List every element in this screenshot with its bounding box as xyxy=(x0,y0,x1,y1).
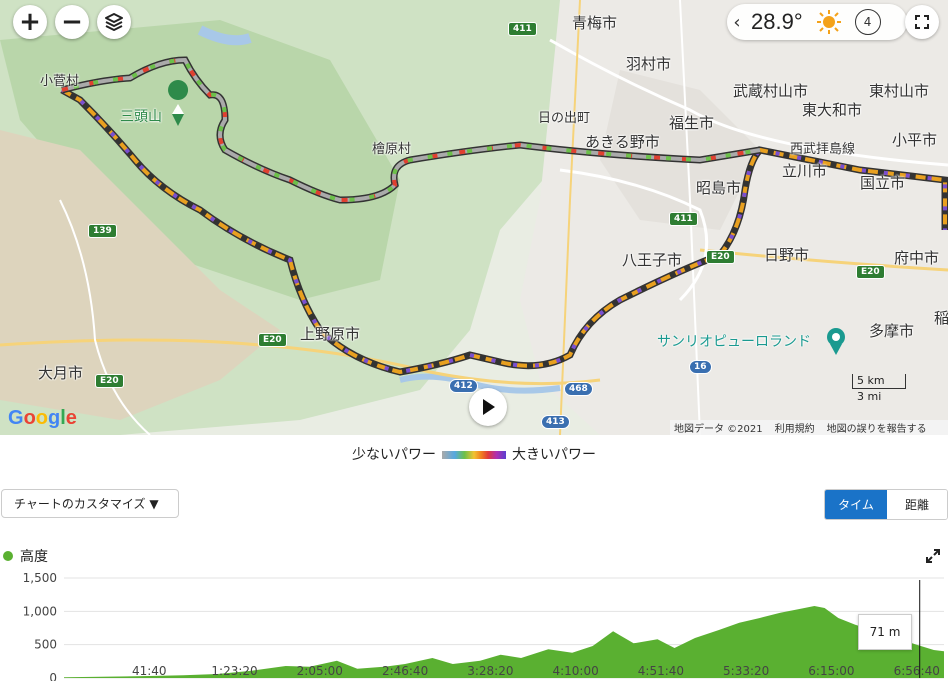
x-tick-label: 6:15:00 xyxy=(808,664,854,678)
place-label: 日の出町 xyxy=(538,111,591,126)
x-tick-label: 41:40 xyxy=(132,664,167,678)
place-label: 東村山市 xyxy=(869,82,930,100)
chart-customize-dropdown[interactable]: チャートのカスタマイズ ▼ xyxy=(1,489,179,518)
x-tick-label: 6:56:40 xyxy=(894,664,940,678)
axis-mode-toggle[interactable]: タイム 距離 xyxy=(824,489,948,520)
fullscreen-button[interactable] xyxy=(905,5,939,39)
route-map[interactable]: 青梅市 羽村市 武蔵村山市 東大和市 東村山市 小平市 日の出町 福生市 あきる… xyxy=(0,0,948,435)
road-badge: 139 xyxy=(88,224,117,238)
x-tick-label: 3:28:20 xyxy=(467,664,513,678)
x-tick-label: 5:33:20 xyxy=(723,664,769,678)
chevron-left-icon[interactable]: ‹ xyxy=(727,12,747,33)
series-color-dot xyxy=(3,551,13,561)
google-logo: Google xyxy=(8,407,77,429)
road-badge: 468 xyxy=(564,382,593,396)
place-label: 立川市 xyxy=(782,162,828,180)
place-label: 羽村市 xyxy=(626,55,672,73)
place-label: 大月市 xyxy=(38,364,84,382)
x-tick-label: 2:46:40 xyxy=(382,664,428,678)
place-label: 上野原市 xyxy=(300,325,361,343)
road-badge: E20 xyxy=(95,374,124,388)
road-badge: E20 xyxy=(258,333,287,347)
tab-distance[interactable]: 距離 xyxy=(887,490,947,519)
y-tick-label: 0 xyxy=(49,671,57,681)
place-label: 西武拝島線 xyxy=(790,142,856,157)
place-label: 八王子市 xyxy=(622,251,683,269)
layers-button[interactable] xyxy=(97,5,131,39)
place-label: 日野市 xyxy=(764,246,810,264)
road-badge: 412 xyxy=(449,379,478,393)
place-label: 福生市 xyxy=(669,114,715,132)
legend-low-label: 少ないパワー xyxy=(352,447,436,463)
layers-icon xyxy=(105,13,123,31)
y-tick-label: 1,500 xyxy=(23,571,57,585)
play-button[interactable] xyxy=(469,388,507,426)
zoom-in-button[interactable]: + xyxy=(13,5,47,39)
road-badge: 16 xyxy=(689,360,712,374)
legend-high-label: 大きいパワー xyxy=(512,447,596,463)
road-badge: E20 xyxy=(856,265,885,279)
power-legend: 少ないパワー 大きいパワー xyxy=(0,444,948,464)
chart-header: 高度 xyxy=(0,546,48,566)
place-label: 多摩市 xyxy=(869,322,915,340)
temperature: 28.9° xyxy=(751,9,803,34)
place-label: 東大和市 xyxy=(802,101,863,119)
scale-mi: 3 mi xyxy=(857,390,882,403)
chart-tooltip: 71 m xyxy=(858,614,912,650)
chart-title: 高度 xyxy=(20,549,48,565)
map-attribution: 地図データ ©2021 利用規約 地図の誤りを報告する xyxy=(670,420,948,435)
map-canvas xyxy=(0,0,948,435)
place-label: サンリオピューロランド xyxy=(657,334,811,350)
x-tick-label: 1:23:20 xyxy=(211,664,257,678)
x-tick-label: 2:05:00 xyxy=(297,664,343,678)
elevation-chart[interactable]: 1,500 1,000 500 0 41:40 1:23:20 2:05:00 2:46:40… xyxy=(0,566,948,681)
place-label: 小菅村 xyxy=(40,74,80,89)
y-tick-label: 500 xyxy=(34,638,57,652)
place-label: 昭島市 xyxy=(696,179,742,197)
road-badge: 411 xyxy=(669,212,698,226)
play-icon xyxy=(483,399,495,415)
place-label: 檜原村 xyxy=(372,142,412,157)
place-label: 青梅市 xyxy=(572,14,618,32)
fullscreen-icon xyxy=(915,15,929,29)
weather-widget[interactable]: ‹ 28.9° 4 xyxy=(727,4,907,40)
place-label: 小平市 xyxy=(892,131,938,149)
place-label: 武蔵村山市 xyxy=(733,82,809,100)
place-label: 府中市 xyxy=(894,249,940,267)
tab-time[interactable]: タイム xyxy=(825,490,887,519)
wind-speed-icon: 4 xyxy=(854,9,881,35)
road-badge: 411 xyxy=(508,22,537,36)
scale-km: 5 km xyxy=(852,374,906,389)
place-label: あきる野市 xyxy=(585,133,660,151)
y-tick-label: 1,000 xyxy=(23,604,57,618)
map-scale: 5 km 3 mi xyxy=(852,374,906,403)
terms-link[interactable]: 利用規約 xyxy=(775,420,815,435)
map-data-credit: 地図データ ©2021 xyxy=(674,424,763,435)
zoom-out-button[interactable]: − xyxy=(55,5,89,39)
expand-chart-icon[interactable] xyxy=(925,548,941,564)
x-tick-label: 4:51:40 xyxy=(638,664,684,678)
place-label: 稲 xyxy=(934,309,948,327)
sun-icon xyxy=(816,10,841,34)
road-badge: 413 xyxy=(541,415,570,429)
place-label: 三頭山 xyxy=(120,109,162,125)
x-tick-label: 4:10:00 xyxy=(552,664,598,678)
power-gradient xyxy=(442,451,506,459)
place-label: 国立市 xyxy=(860,174,906,192)
report-error-link[interactable]: 地図の誤りを報告する xyxy=(827,420,927,435)
road-badge: E20 xyxy=(706,250,735,264)
